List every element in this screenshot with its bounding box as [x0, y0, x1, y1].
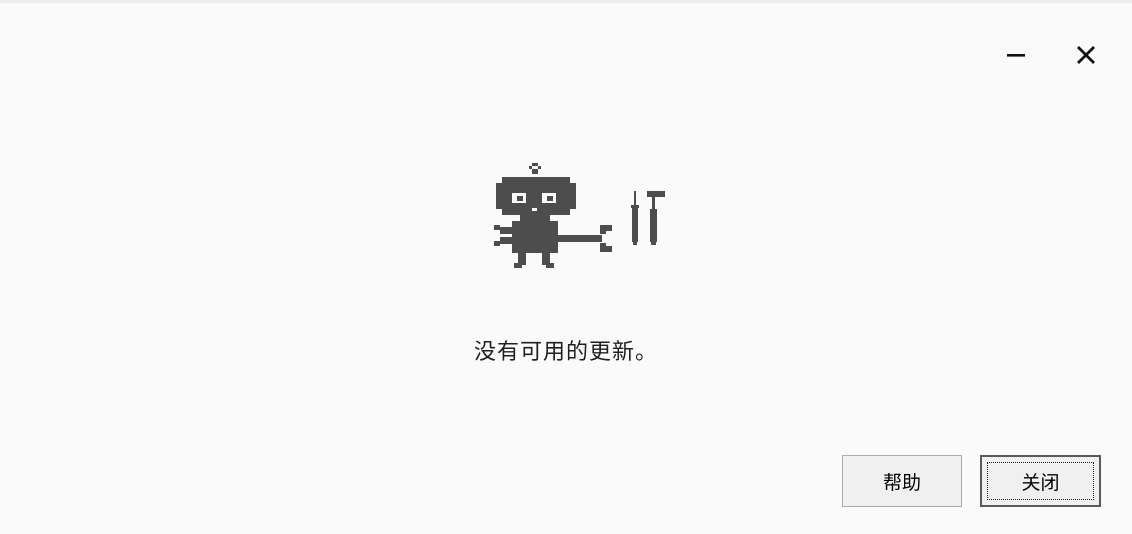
minimize-button[interactable]: [994, 33, 1038, 77]
no-updates-message: 没有可用的更新。: [473, 340, 658, 365]
help-button[interactable]: 帮助: [842, 455, 962, 507]
close-icon: [1077, 46, 1095, 64]
close-window-button[interactable]: [1064, 33, 1108, 77]
robot-with-wrench-icon: [494, 163, 612, 268]
robot-illustration: [494, 163, 665, 268]
screwdriver-hammer-icon: [631, 191, 665, 245]
close-button-label: 关闭: [1021, 471, 1060, 494]
minimize-icon: [1007, 54, 1025, 57]
update-dialog: 没有可用的更新。 帮助 关闭: [0, 0, 1132, 534]
close-button[interactable]: 关闭: [980, 455, 1101, 507]
help-button-label: 帮助: [882, 471, 921, 494]
